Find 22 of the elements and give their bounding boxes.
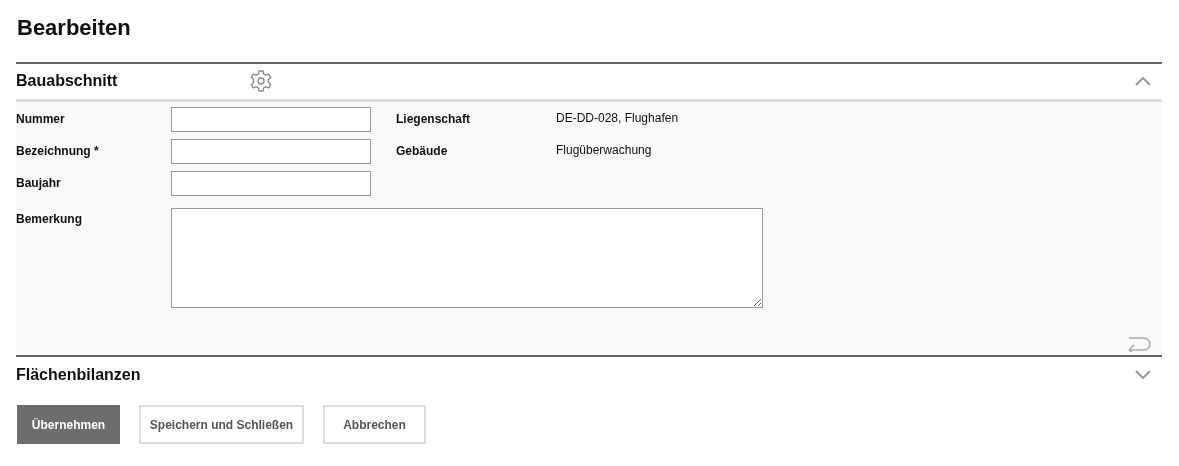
input-field[interactable] [171,107,371,132]
action-button[interactable]: Übernehmen [17,405,120,444]
input-field[interactable] [171,139,371,164]
text-area[interactable] [171,208,763,308]
section-title: Bauabschnitt [16,72,119,90]
page-title: Bearbeiten [16,14,132,42]
field-label: Liegenschaft [396,111,471,126]
action-button[interactable]: Abbrechen [323,405,426,444]
field-label: Bezeichnung * [16,143,100,158]
section-title: Flächenbilanzen [16,366,142,384]
field-label: Nummer [16,111,66,126]
field-value: Flugüberwachung [556,142,653,157]
settings-icon[interactable] [249,69,273,93]
field-value: DE-DD-028, Flughafen [556,110,680,125]
action-button[interactable]: Speichern und Schließen [139,405,304,444]
field-label: Baujahr [16,175,62,190]
expand-icon[interactable] [1135,370,1151,380]
return-icon[interactable] [1126,334,1152,352]
input-field[interactable] [171,171,371,196]
field-label: Gebäude [396,143,449,158]
field-label: Bemerkung [16,211,84,228]
collapse-icon[interactable] [1135,76,1151,86]
